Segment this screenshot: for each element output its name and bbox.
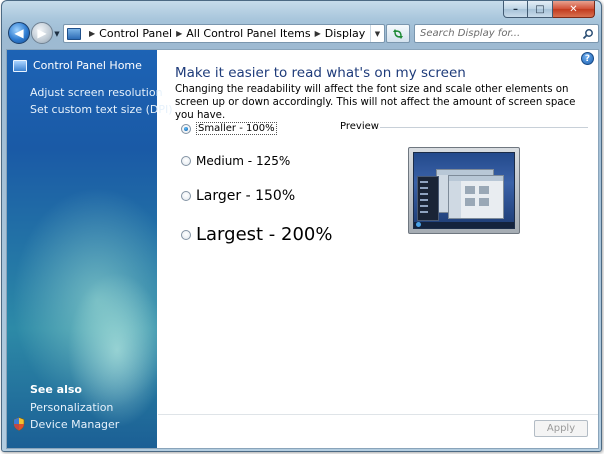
chevron-right-icon[interactable]: ▶ bbox=[176, 29, 182, 38]
option-medium[interactable]: Medium - 125% bbox=[181, 154, 290, 168]
back-button[interactable]: ◀ bbox=[8, 22, 30, 44]
client-area: Control Panel Home Adjust screen resolut… bbox=[6, 49, 599, 449]
recent-pages-dropdown[interactable]: ▼ bbox=[53, 29, 61, 39]
main-content: ? Make it easier to read what's on my sc… bbox=[158, 50, 598, 448]
navigation-bar: ◀ ▶ ▼ ▶ Control Panel ▶ All Control Pane… bbox=[6, 21, 599, 47]
search-box[interactable] bbox=[414, 24, 599, 43]
option-medium-label[interactable]: Medium - 125% bbox=[196, 154, 290, 168]
help-icon[interactable]: ? bbox=[581, 52, 594, 65]
refresh-icon bbox=[393, 28, 403, 39]
control-panel-home-link[interactable]: Control Panel Home bbox=[13, 59, 142, 72]
control-panel-icon bbox=[67, 27, 81, 40]
preview-start-menu bbox=[417, 176, 439, 221]
control-panel-home-label[interactable]: Control Panel Home bbox=[33, 59, 142, 72]
preview-screen bbox=[413, 152, 515, 229]
control-panel-icon bbox=[13, 59, 27, 72]
address-bar[interactable]: ▶ Control Panel ▶ All Control Panel Item… bbox=[63, 24, 385, 43]
see-also-heading: See also bbox=[30, 383, 82, 396]
preview-start-orb bbox=[416, 222, 421, 227]
apply-button[interactable]: Apply bbox=[534, 420, 588, 437]
breadcrumb-control-panel[interactable]: Control Panel bbox=[99, 27, 172, 40]
preview-image bbox=[408, 147, 520, 234]
breadcrumb-all-items[interactable]: All Control Panel Items bbox=[186, 27, 310, 40]
option-smaller-label[interactable]: Smaller - 100% bbox=[196, 122, 277, 135]
search-input[interactable] bbox=[415, 25, 580, 42]
preview-label: Preview bbox=[340, 121, 379, 132]
device-manager-item[interactable]: Device Manager bbox=[13, 417, 119, 431]
forward-button[interactable]: ▶ bbox=[31, 22, 53, 44]
close-button[interactable]: ✕ bbox=[553, 1, 595, 18]
adjust-resolution-link[interactable]: Adjust screen resolution bbox=[30, 86, 163, 99]
page-title: Make it easier to read what's on my scre… bbox=[175, 65, 466, 81]
radio-smaller[interactable] bbox=[181, 123, 191, 134]
radio-medium[interactable] bbox=[181, 156, 191, 166]
caption-buttons: – □ ✕ bbox=[503, 1, 595, 19]
option-smaller[interactable]: Smaller - 100% bbox=[181, 122, 277, 135]
task-pane: Control Panel Home Adjust screen resolut… bbox=[7, 50, 173, 448]
personalization-link[interactable]: Personalization bbox=[30, 401, 113, 414]
chevron-right-icon[interactable]: ▶ bbox=[89, 29, 95, 38]
page-description: Changing the readability will affect the… bbox=[175, 84, 576, 121]
shield-icon bbox=[13, 417, 25, 431]
preview-taskbar bbox=[414, 222, 514, 228]
option-largest-label[interactable]: Largest - 200% bbox=[196, 224, 332, 245]
footer-divider bbox=[158, 414, 598, 415]
minimize-button[interactable]: – bbox=[503, 1, 528, 18]
option-larger[interactable]: Larger - 150% bbox=[181, 188, 295, 204]
breadcrumb-display[interactable]: Display bbox=[325, 27, 366, 40]
search-icon[interactable] bbox=[580, 26, 596, 42]
radio-largest[interactable] bbox=[181, 229, 191, 240]
option-larger-label[interactable]: Larger - 150% bbox=[196, 188, 295, 204]
address-dropdown-button[interactable]: ▼ bbox=[370, 25, 384, 42]
display-window: – □ ✕ ◀ ▶ ▼ ▶ Control Panel ▶ All Contro… bbox=[1, 0, 602, 452]
option-largest[interactable]: Largest - 200% bbox=[181, 224, 332, 245]
device-manager-link[interactable]: Device Manager bbox=[30, 418, 119, 431]
radio-larger[interactable] bbox=[181, 191, 191, 201]
custom-text-size-link[interactable]: Set custom text size (DPI) bbox=[30, 103, 173, 116]
preview-divider bbox=[380, 127, 588, 128]
refresh-button[interactable] bbox=[386, 24, 410, 43]
preview-window-front bbox=[448, 175, 504, 219]
chevron-right-icon[interactable]: ▶ bbox=[315, 29, 321, 38]
maximize-button[interactable]: □ bbox=[528, 1, 553, 18]
